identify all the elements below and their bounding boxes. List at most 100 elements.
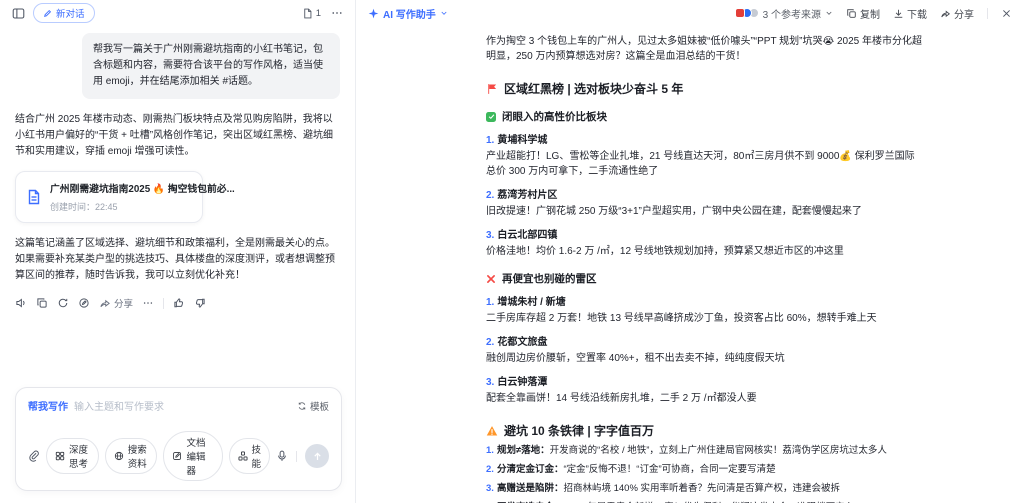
red-flag-icon bbox=[486, 83, 498, 95]
chevron-down-icon bbox=[440, 9, 448, 17]
artifact-count: 1 bbox=[315, 7, 321, 19]
share-doc-button[interactable]: 分享 bbox=[940, 6, 974, 21]
copy-doc-button[interactable]: 复制 bbox=[846, 6, 880, 21]
chat-panel: 新对话 1 帮我写一篇关于广州刚需避坑指南的小红书笔记，包含标题和内容，需要符合… bbox=[0, 0, 356, 503]
share-icon bbox=[940, 8, 951, 19]
read-aloud-icon[interactable] bbox=[15, 297, 27, 309]
reference-favicon-1 bbox=[734, 8, 745, 18]
reference-count-label: 3 个参考来源 bbox=[762, 9, 821, 21]
artifact-count-button[interactable]: 1 bbox=[302, 8, 321, 19]
composer-placeholder[interactable]: 输入主题和写作要求 bbox=[74, 398, 164, 413]
doc-card-title: 广州刚需避坑指南2025 🔥 掏空钱包前必... bbox=[50, 184, 235, 195]
search-materials-label: 搜索资料 bbox=[127, 445, 147, 470]
subheading-good-areas: 闭眼入的高性价比板块 bbox=[486, 109, 924, 124]
bad-item-body: 融创周边房价腰斩，空置率 40%+，租不出去卖不掉，纯纯度假天坑 bbox=[486, 353, 785, 364]
doc-editor-icon bbox=[172, 451, 182, 461]
more-icon[interactable] bbox=[331, 7, 343, 19]
share-doc-label: 分享 bbox=[954, 9, 974, 21]
close-icon[interactable] bbox=[1001, 8, 1012, 19]
bad-item-title: 1. 增城朱村 / 新塘 bbox=[486, 297, 566, 308]
pencil-icon bbox=[43, 9, 52, 18]
app-root: 新对话 1 帮我写一篇关于广州刚需避坑指南的小红书笔记，包含标题和内容，需要符合… bbox=[0, 0, 1024, 503]
doc-intro: 作为掏空 3 个钱包上车的广州人，见过太多姐妹被“低价噱头”“PPT 规划”坑哭… bbox=[486, 36, 922, 62]
composer-mode-label[interactable]: 帮我写作 bbox=[28, 398, 68, 413]
more-actions-icon[interactable] bbox=[142, 297, 154, 309]
bad-item-body: 二手房库存超 2 万套！地铁 13 号线早高峰挤成沙丁鱼，投资客占比 60%，想… bbox=[486, 313, 877, 324]
microphone-icon[interactable] bbox=[276, 450, 288, 462]
share-button[interactable]: 分享 bbox=[99, 296, 133, 310]
chevron-down-icon bbox=[825, 9, 833, 17]
chat-topbar: 新对话 1 bbox=[0, 0, 355, 26]
skills-button[interactable]: 技能 bbox=[228, 438, 271, 474]
sparkle-icon bbox=[368, 8, 379, 19]
deep-think-button[interactable]: 深度思考 bbox=[46, 438, 99, 474]
download-icon bbox=[893, 8, 904, 19]
attachment-icon[interactable] bbox=[28, 450, 40, 462]
good-item-title: 2. 荔湾芳村片区 bbox=[486, 190, 558, 201]
share-icon bbox=[99, 297, 111, 309]
writer-title-dropdown[interactable]: AI 写作助手 bbox=[368, 6, 448, 21]
reference-favicons bbox=[734, 8, 759, 18]
composer[interactable]: 帮我写作 输入主题和写作要求 模板 深度思考 搜索资料 文档编辑器 技能 bbox=[15, 387, 342, 491]
good-item-body: 价格洼地！均价 1.6-2 万 /㎡，12 号线地铁规划加持，预算紧又想近市区的… bbox=[486, 246, 844, 257]
assistant-message-intro: 结合广州 2025 年楼市动态、刚需热门板块特点及常见购房陷阱，我将以小红书用户… bbox=[15, 114, 334, 157]
new-chat-button[interactable]: 新对话 bbox=[33, 3, 95, 23]
bad-item-title: 2. 花都文旅盘 bbox=[486, 337, 548, 348]
good-item-title: 3. 白云北部四镇 bbox=[486, 230, 558, 241]
doc-editor-label: 文档编辑器 bbox=[186, 438, 206, 477]
section-heading-rules: 避坑 10 条铁律 | 字字值百万 bbox=[486, 422, 924, 439]
copy-icon bbox=[846, 8, 857, 19]
regenerate-icon[interactable] bbox=[57, 297, 69, 309]
deep-think-label: 深度思考 bbox=[69, 445, 89, 470]
rule-item: 2. 分清定金订金：“定金”反悔不退！“订金”可协商，合同一定要写清楚 bbox=[486, 464, 776, 475]
new-chat-label: 新对话 bbox=[56, 9, 85, 20]
edit-circle-icon[interactable] bbox=[78, 297, 90, 309]
warning-icon bbox=[486, 425, 498, 437]
template-button[interactable]: 模板 bbox=[297, 399, 329, 413]
download-label: 下载 bbox=[907, 9, 927, 21]
copy-icon[interactable] bbox=[36, 297, 48, 309]
generated-document: 作为掏空 3 个钱包上车的广州人，见过太多姐妹被“低价噱头”“PPT 规划”坑哭… bbox=[486, 34, 924, 503]
doc-editor-button[interactable]: 文档编辑器 bbox=[163, 431, 223, 481]
writer-header: AI 写作助手 3 个参考来源 复制 下载 分享 bbox=[356, 0, 1024, 26]
good-item-body: 产业超能打！LG、雪松等企业扎堆，21 号线直达天河，80㎡三房月供不到 900… bbox=[486, 151, 915, 177]
bad-item-title: 3. 白云钟落潭 bbox=[486, 377, 548, 388]
subheading-bad-areas: 再便宜也别碰的雷区 bbox=[486, 271, 924, 286]
rule-item: 3. 高赠送是陷阱：招商林屿境 140% 实用率听着香？先问清是否算产权，违建会被… bbox=[486, 483, 841, 494]
document-scroll-area[interactable]: 作为掏空 3 个钱包上车的广州人，见过太多姐妹被“低价噱头”“PPT 规划”坑哭… bbox=[356, 26, 1024, 503]
good-item-title: 1. 黄埔科学城 bbox=[486, 135, 548, 146]
doc-card-created-time: 创建时间：22:45 bbox=[50, 202, 118, 212]
globe-icon bbox=[114, 451, 124, 461]
doc-file-icon bbox=[26, 189, 42, 205]
writer-panel: AI 写作助手 3 个参考来源 复制 下载 分享 作为掏空 3 个钱包上车的广州… bbox=[356, 0, 1024, 503]
skills-icon bbox=[238, 451, 248, 461]
send-button[interactable] bbox=[305, 444, 330, 468]
template-icon bbox=[297, 401, 307, 411]
rule-item: 1. 规划≠落地：开发商说的“名校 / 地铁”，立刻上广州住建局官网核实！荔湾伪学… bbox=[486, 445, 887, 456]
bad-item-body: 配套全靠画饼！14 号线沿线新房扎堆，二手 2 万 /㎡都没人要 bbox=[486, 393, 757, 404]
document-icon bbox=[302, 8, 313, 19]
thumbs-down-icon[interactable] bbox=[194, 297, 206, 309]
generated-doc-card[interactable]: 广州刚需避坑指南2025 🔥 掏空钱包前必... 创建时间：22:45 bbox=[15, 171, 235, 223]
deep-think-icon bbox=[55, 451, 65, 461]
share-label: 分享 bbox=[114, 299, 134, 310]
chat-messages: 帮我写一篇关于广州刚需避坑指南的小红书笔记，包含标题和内容，需要符合该平台的写作… bbox=[0, 33, 355, 310]
skills-label: 技能 bbox=[251, 445, 262, 470]
user-message: 帮我写一篇关于广州刚需避坑指南的小红书笔记，包含标题和内容，需要符合该平台的写作… bbox=[82, 33, 340, 99]
good-item-body: 旧改提速！广钢花城 250 万级“3+1”户型超实用，广钢中央公园在建，配套慢慢… bbox=[486, 206, 862, 217]
sidebar-toggle-icon[interactable] bbox=[12, 7, 25, 20]
green-check-icon bbox=[486, 111, 496, 122]
thumbs-up-icon[interactable] bbox=[173, 297, 185, 309]
red-x-icon bbox=[486, 274, 496, 284]
copy-label: 复制 bbox=[860, 9, 880, 21]
writer-title: AI 写作助手 bbox=[383, 9, 436, 21]
search-materials-button[interactable]: 搜索资料 bbox=[104, 438, 158, 474]
reference-sources-dropdown[interactable]: 3 个参考来源 bbox=[734, 6, 833, 21]
actions-divider bbox=[163, 297, 165, 309]
header-divider bbox=[987, 7, 988, 19]
composer-divider bbox=[296, 450, 298, 462]
template-label: 模板 bbox=[309, 401, 329, 413]
assistant-message-outro: 这篇笔记涵盖了区域选择、避坑细节和政策福利，全是刚需最关心的点。如果需要补充某类… bbox=[15, 238, 335, 281]
download-button[interactable]: 下载 bbox=[893, 6, 927, 21]
message-actions: 分享 bbox=[15, 296, 340, 310]
